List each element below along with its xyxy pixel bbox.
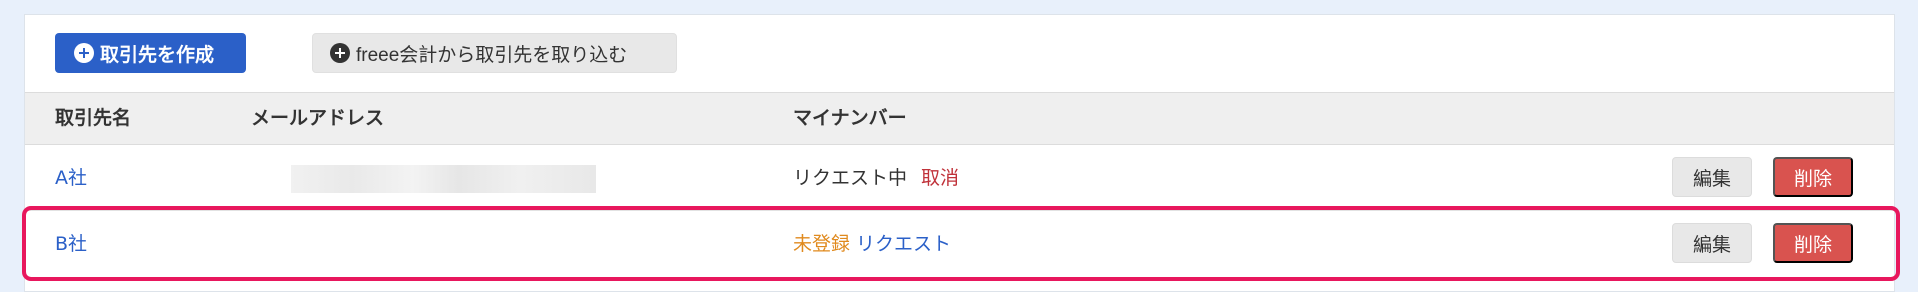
mynumber-cell: リクエスト中 取消: [793, 145, 959, 211]
plus-circle-icon: [74, 43, 94, 63]
delete-button[interactable]: 削除: [1773, 157, 1853, 197]
create-partner-label: 取引先を作成: [100, 44, 215, 66]
partner-name-link[interactable]: A社: [55, 145, 87, 211]
edit-button[interactable]: 編集: [1672, 157, 1752, 197]
partner-name-link[interactable]: B社: [55, 211, 87, 277]
column-header-name: 取引先名: [55, 107, 132, 129]
create-partner-button[interactable]: 取引先を作成: [55, 33, 246, 73]
table-row: A社 リクエスト中 取消 編集 削除: [25, 145, 1894, 211]
column-header-mynumber: マイナンバー: [793, 107, 907, 129]
edit-button[interactable]: 編集: [1672, 223, 1752, 263]
email-redacted: [291, 165, 596, 193]
delete-button[interactable]: 削除: [1773, 223, 1853, 263]
table-row: B社 未登録 リクエスト 編集 削除: [25, 211, 1894, 277]
import-from-freee-button[interactable]: freee会計から取引先を取り込む: [312, 33, 677, 73]
mynumber-status: リクエスト中: [793, 167, 908, 189]
import-from-freee-label: freee会計から取引先を取り込む: [356, 44, 628, 66]
mynumber-status: 未登録: [793, 233, 851, 255]
column-header-email: メールアドレス: [251, 107, 385, 129]
mynumber-cell: 未登録 リクエスト: [793, 211, 951, 277]
table-header: 取引先名 メールアドレス マイナンバー: [25, 92, 1894, 145]
partners-panel: 取引先を作成 freee会計から取引先を取り込む 取引先名 メールアドレス マイ…: [24, 14, 1895, 292]
plus-circle-icon: [330, 43, 350, 63]
cancel-request-link[interactable]: 取消: [921, 167, 959, 189]
toolbar: 取引先を作成 freee会計から取引先を取り込む: [25, 15, 1894, 92]
send-request-link[interactable]: リクエスト: [856, 233, 951, 255]
